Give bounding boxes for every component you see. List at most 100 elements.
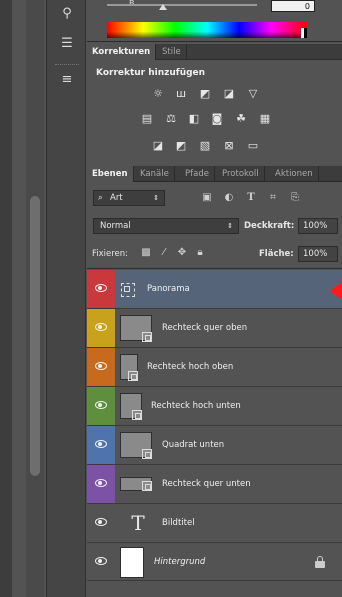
layer-row-rechteck-quer-unten[interactable]: Rechteck quer unten — [87, 465, 342, 504]
tab-pfade[interactable]: Pfade — [180, 166, 215, 182]
layer-visibility-cell — [87, 504, 115, 542]
fill-field[interactable]: 100% — [298, 246, 338, 262]
color-channel-slider[interactable] — [107, 4, 257, 10]
layers-tabbar: Ebenen Kanäle Pfade Protokoll Aktionen — [87, 166, 342, 182]
posterize-icon[interactable]: ◩ — [173, 139, 189, 153]
layer-row-rechteck-quer-oben[interactable]: Rechteck quer oben — [87, 309, 342, 348]
photo-filter-icon[interactable]: ◙ — [209, 112, 225, 126]
blend-mode-select[interactable]: Normal ⇕ — [93, 218, 239, 234]
panel-grip[interactable] — [55, 64, 79, 67]
layer-name: Bildtitel — [162, 518, 195, 528]
layer-row-hintergrund[interactable]: Hintergrund — [87, 543, 342, 582]
visibility-eye-icon[interactable] — [95, 323, 107, 331]
chevron-updown-icon: ⇕ — [227, 222, 233, 230]
color-balance-icon[interactable]: ⚖ — [163, 112, 179, 126]
lock-position-icon[interactable]: ✥ — [175, 246, 189, 260]
curves-icon[interactable]: ◩ — [197, 87, 213, 101]
brightness-contrast-icon[interactable]: ☼ — [150, 87, 166, 101]
layer-color-tag — [87, 426, 115, 464]
visibility-eye-icon[interactable] — [95, 362, 107, 370]
selective-color-icon[interactable]: ⊠ — [221, 139, 237, 153]
layer-row-quadrat-unten[interactable]: Quadrat unten — [87, 426, 342, 465]
visibility-eye-icon[interactable] — [95, 401, 107, 409]
layer-visibility-cell — [87, 543, 115, 581]
layer-color-tag — [87, 465, 115, 503]
scrollbar-thumb[interactable] — [30, 196, 40, 476]
visibility-eye-icon[interactable] — [95, 557, 107, 565]
tab-stile[interactable]: Stile — [157, 44, 187, 60]
color-lookup-icon[interactable]: ▦ — [257, 112, 273, 126]
visibility-eye-icon[interactable] — [95, 479, 107, 487]
slider-knob[interactable] — [159, 4, 167, 10]
layer-name: Rechteck hoch oben — [147, 362, 234, 372]
filter-adjustment-icon[interactable]: ◐ — [222, 191, 236, 205]
layer-name: Rechteck hoch unten — [151, 401, 241, 411]
tab-korrekturen[interactable]: Korrekturen — [87, 44, 157, 60]
opacity-field[interactable]: 100% — [298, 218, 338, 234]
levels-icon[interactable]: ш — [173, 87, 189, 101]
lock-icon — [315, 556, 325, 568]
color-spectrum[interactable] — [107, 22, 307, 38]
fill-label: Fläche: — [259, 249, 294, 259]
right-panel-dock: B 0 Korrekturen Stile Korrektur hinzufüg… — [87, 0, 342, 597]
tab-aktionen[interactable]: Aktionen — [270, 166, 319, 182]
tab-kanaele[interactable]: Kanäle — [135, 166, 175, 182]
visibility-eye-icon[interactable] — [95, 284, 107, 292]
blend-mode-value: Normal — [100, 221, 131, 231]
opacity-value: 100% — [303, 221, 328, 231]
exposure-icon[interactable]: ◪ — [221, 87, 237, 101]
vibrance-icon[interactable]: ▽ — [245, 87, 261, 101]
filter-smart-object-icon[interactable]: ⎘ — [288, 191, 302, 205]
visibility-eye-icon[interactable] — [95, 440, 107, 448]
black-white-icon[interactable]: ◧ — [186, 112, 202, 126]
filter-kind-label: Art — [110, 193, 123, 203]
black-white-swatch[interactable] — [301, 28, 307, 38]
lock-image-pixels-icon[interactable]: ⁄ — [157, 246, 171, 260]
filter-type-icon[interactable]: T — [244, 191, 258, 205]
properties-sliders-icon[interactable]: ☰ — [57, 36, 77, 52]
layer-filter-select[interactable]: ⌕ Art ⇕ — [93, 190, 165, 206]
invert-icon[interactable]: ◪ — [150, 139, 166, 153]
chevron-updown-icon: ⇕ — [153, 194, 159, 202]
shape-layer-icon — [142, 449, 152, 459]
layer-color-tag — [87, 270, 115, 308]
panel-tool-column: ⚲ ☰ ≡ — [46, 0, 86, 597]
hue-saturation-icon[interactable]: ▤ — [139, 112, 155, 126]
artboard-icon — [121, 283, 135, 297]
divider — [87, 268, 342, 269]
lock-label: Fixieren: — [92, 249, 129, 259]
shape-layer-icon — [142, 481, 152, 491]
shape-layer-icon — [128, 371, 138, 381]
lock-all-icon[interactable]: 🔒︎ — [193, 246, 207, 260]
adjustments-body: Korrektur hinzufügen ☼ ш ◩ ◪ ▽ ▤ ⚖ ◧ ◙ ☘… — [87, 61, 342, 162]
layer-row-rechteck-hoch-unten[interactable]: Rechteck hoch unten — [87, 387, 342, 426]
filter-pixel-icon[interactable]: ▣ — [200, 191, 214, 205]
color-channel-value[interactable]: 0 — [271, 0, 315, 12]
layer-row-bildtitel[interactable]: T Bildtitel — [87, 504, 342, 543]
color-panel: B 0 — [87, 0, 342, 42]
filter-shape-icon[interactable]: ⌗ — [266, 191, 280, 205]
threshold-icon[interactable]: ▧ — [197, 139, 213, 153]
layer-comps-icon[interactable]: ≡ — [57, 72, 77, 88]
red-arrow-marker — [330, 282, 342, 300]
fill-value: 100% — [303, 249, 328, 259]
layer-thumbnail — [120, 547, 144, 578]
tab-protokoll[interactable]: Protokoll — [217, 166, 265, 182]
adjustments-title: Korrektur hinzufügen — [96, 68, 206, 78]
layer-color-tag — [87, 348, 115, 386]
channel-mixer-icon[interactable]: ☘ — [233, 112, 249, 126]
visibility-eye-icon[interactable] — [95, 518, 107, 526]
opacity-label: Deckkraft: — [244, 221, 295, 231]
layer-row-panorama[interactable]: Panorama — [87, 270, 342, 309]
lock-transparent-pixels-icon[interactable]: ▩ — [139, 246, 153, 260]
shape-layer-icon — [132, 410, 142, 420]
brush-presets-icon[interactable]: ⚲ — [57, 6, 77, 22]
text-layer-icon: T — [131, 511, 145, 535]
shape-layer-icon — [142, 332, 152, 342]
layer-name: Hintergrund — [154, 557, 206, 567]
layer-row-rechteck-hoch-oben[interactable]: Rechteck hoch oben — [87, 348, 342, 387]
tab-ebenen[interactable]: Ebenen — [87, 166, 134, 182]
adjustments-tabbar: Korrekturen Stile — [87, 44, 342, 60]
gradient-map-icon[interactable]: ▭ — [245, 139, 261, 153]
layer-name: Panorama — [147, 284, 190, 294]
